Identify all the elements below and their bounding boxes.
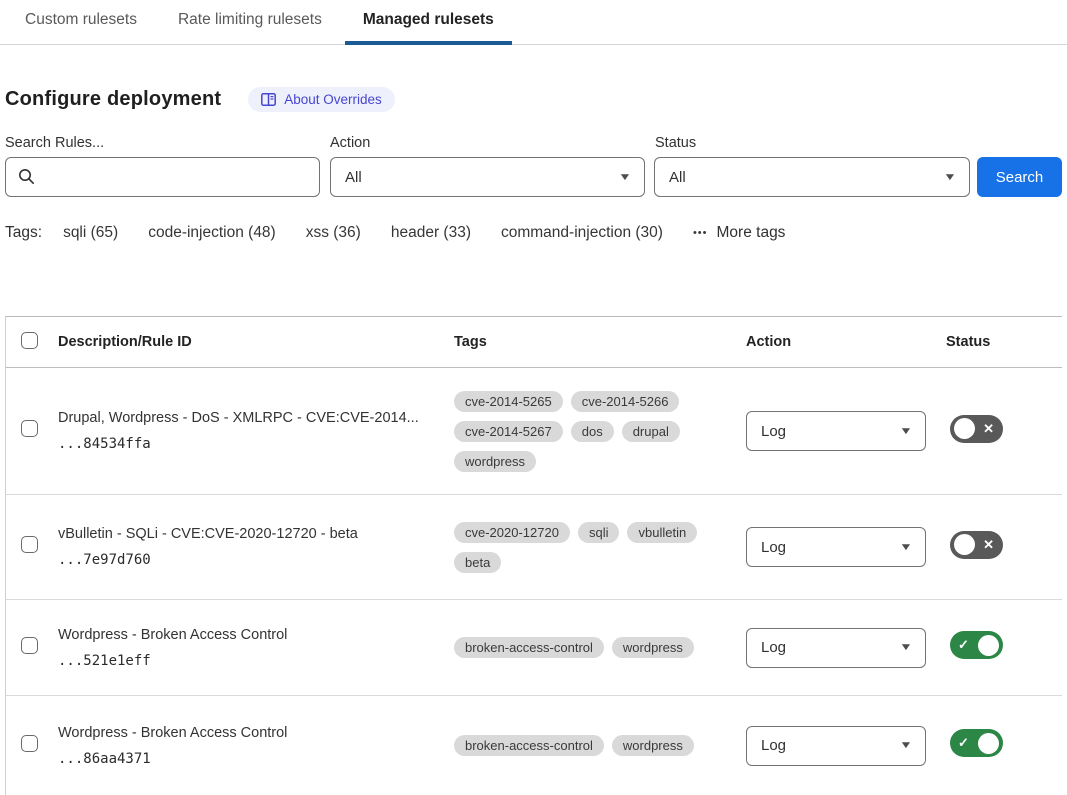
status-filter-label: Status [655,135,970,151]
tag-filter-command-injection[interactable]: command-injection (30) [501,224,663,242]
table-header-row: Description/Rule ID Tags Action Status [6,317,1062,368]
row-action-select[interactable]: Log ▼ [746,411,926,451]
rule-description: Wordpress - Broken Access Control [58,725,426,741]
row-action-value: Log [761,539,786,556]
tag-pill: wordpress [612,637,694,658]
tag-filter-xss[interactable]: xss (36) [306,224,361,242]
chevron-down-icon: ▼ [899,542,913,553]
table-row: Drupal, Wordpress - DoS - XMLRPC - CVE:C… [6,368,1062,495]
toggle-knob [978,635,999,656]
page-title: Configure deployment [5,88,221,111]
status-toggle[interactable]: ✓ ✕ [950,729,1003,757]
rules-table: Description/Rule ID Tags Action Status D… [5,316,1062,795]
check-icon: ✓ [958,735,969,751]
tab-custom-rulesets[interactable]: Custom rulesets [7,0,155,45]
status-filter-select[interactable]: All ▼ [654,157,970,197]
tags-label: Tags: [5,224,42,242]
row-action-select[interactable]: Log ▼ [746,628,926,668]
x-icon: ✕ [983,421,994,437]
x-icon: ✕ [983,537,994,553]
tag-pill: cve-2020-12720 [454,522,570,543]
tag-pill: dos [571,421,614,442]
tag-pill: beta [454,552,501,573]
tag-pill: drupal [622,421,680,442]
chevron-down-icon: ▼ [899,426,913,437]
about-overrides-label: About Overrides [284,92,382,107]
search-button[interactable]: Search [977,157,1062,197]
tag-pill: vbulletin [627,522,697,543]
tag-pill: cve-2014-5265 [454,391,563,412]
table-row: vBulletin - SQLi - CVE:CVE-2020-12720 - … [6,495,1062,600]
rule-tags: broken-access-control wordpress [454,637,746,658]
toggle-knob [978,733,999,754]
row-action-select[interactable]: Log ▼ [746,726,926,766]
status-toggle[interactable]: ✓ ✕ [950,415,1003,443]
rule-id: ...86aa4371 [58,751,426,767]
tab-rate-limiting-rulesets[interactable]: Rate limiting rulesets [160,0,340,45]
row-checkbox[interactable] [21,536,38,553]
search-rules-label: Search Rules... [5,135,320,151]
chevron-down-icon: ▼ [899,740,913,751]
rule-description: Wordpress - Broken Access Control [58,627,426,643]
tags-bar: Tags: sqli (65) code-injection (48) xss … [5,224,1062,242]
check-icon: ✓ [958,637,969,653]
action-filter-label: Action [330,135,645,151]
search-rules-input[interactable] [5,157,320,197]
rule-tags: cve-2014-5265 cve-2014-5266 cve-2014-5267 d… [454,391,746,472]
rule-id: ...521e1eff [58,653,426,669]
rule-description: vBulletin - SQLi - CVE:CVE-2020-12720 - … [58,526,426,542]
row-action-value: Log [761,639,786,656]
more-tags-button[interactable]: ••• More tags [693,224,785,242]
book-icon [261,93,276,106]
column-header-description: Description/Rule ID [58,334,454,350]
rule-id: ...7e97d760 [58,552,426,568]
row-checkbox[interactable] [21,637,38,654]
tag-pill: wordpress [612,735,694,756]
rule-tags: cve-2020-12720 sqli vbulletin beta [454,522,746,573]
filter-bar: Search Rules... Action All ▼ Status All … [5,135,1062,197]
chevron-down-icon: ▼ [618,172,632,183]
tag-filter-code-injection[interactable]: code-injection (48) [148,224,276,242]
action-filter-value: All [345,169,362,186]
about-overrides-badge[interactable]: About Overrides [248,87,395,112]
row-checkbox[interactable] [21,420,38,437]
more-tags-label: More tags [717,224,786,242]
toggle-knob [954,418,975,439]
status-toggle[interactable]: ✓ ✕ [950,531,1003,559]
tag-pill: broken-access-control [454,735,604,756]
row-action-value: Log [761,423,786,440]
chevron-down-icon: ▼ [899,642,913,653]
tag-pill: cve-2014-5267 [454,421,563,442]
row-action-select[interactable]: Log ▼ [746,527,926,567]
toggle-knob [954,534,975,555]
table-row: Wordpress - Broken Access Control ...86a… [6,696,1062,795]
table-row: Wordpress - Broken Access Control ...521… [6,600,1062,696]
column-header-tags: Tags [454,334,746,350]
tag-pill: sqli [578,522,620,543]
rule-tags: broken-access-control wordpress [454,735,746,756]
row-action-value: Log [761,737,786,754]
tab-bar: Custom rulesets Rate limiting rulesets M… [0,0,1067,45]
status-filter-value: All [669,169,686,186]
select-all-checkbox[interactable] [21,332,38,349]
tag-filter-header[interactable]: header (33) [391,224,471,242]
rule-description: Drupal, Wordpress - DoS - XMLRPC - CVE:C… [58,410,426,426]
ellipsis-icon: ••• [693,227,708,239]
tag-pill: cve-2014-5266 [571,391,680,412]
chevron-down-icon: ▼ [943,172,957,183]
column-header-action: Action [746,334,946,350]
action-filter-select[interactable]: All ▼ [330,157,645,197]
rule-id: ...84534ffa [58,436,426,452]
tag-filter-sqli[interactable]: sqli (65) [63,224,118,242]
tab-managed-rulesets[interactable]: Managed rulesets [345,0,512,45]
tag-pill: broken-access-control [454,637,604,658]
tag-pill: wordpress [454,451,536,472]
column-header-status: Status [946,334,1062,350]
status-toggle[interactable]: ✓ ✕ [950,631,1003,659]
row-checkbox[interactable] [21,735,38,752]
page-header: Configure deployment About Overrides [5,87,1062,112]
